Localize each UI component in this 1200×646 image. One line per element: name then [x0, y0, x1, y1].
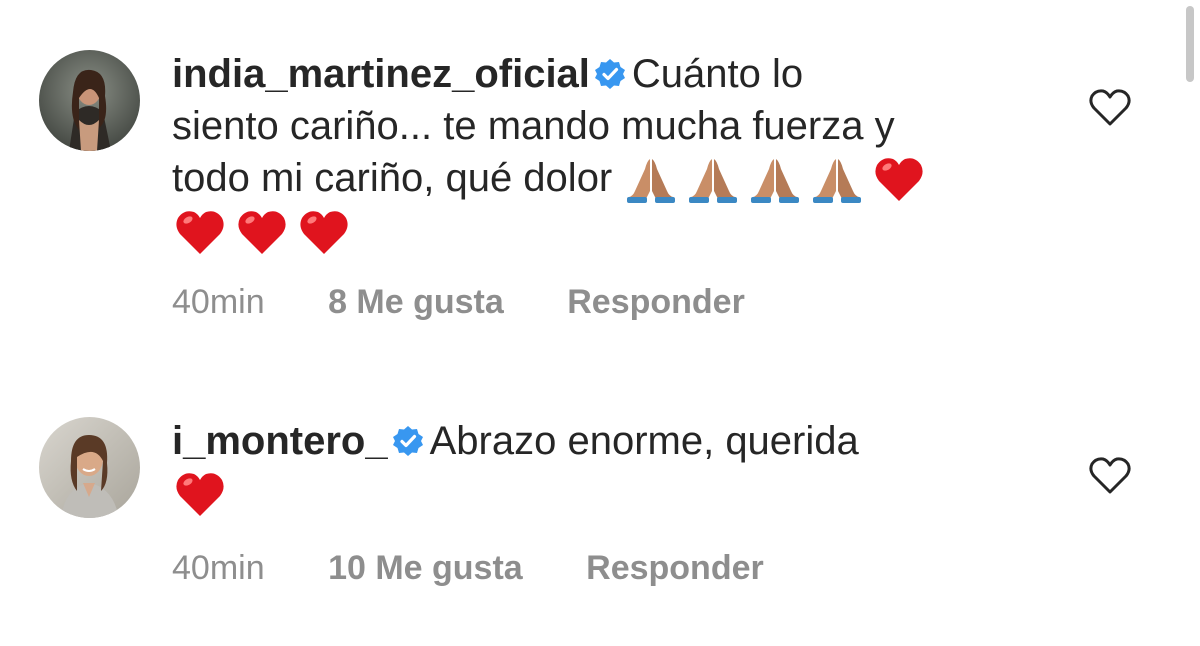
avatar-image	[39, 417, 140, 518]
avatar[interactable]	[39, 50, 140, 151]
folded-hands-icon	[623, 153, 679, 205]
timestamp: 40min	[172, 549, 265, 587]
comments-screen: india_martinez_oficial Cuánto lo siento c…	[0, 0, 1200, 646]
reply-button[interactable]: Responder	[567, 283, 745, 321]
comment-meta: 40min 10 Me gusta Responder	[172, 549, 764, 588]
red-heart-icon	[871, 153, 927, 205]
timestamp: 40min	[172, 283, 265, 321]
likes-count-button[interactable]: 10 Me gusta	[328, 549, 523, 587]
like-heart-icon[interactable]	[1088, 88, 1132, 128]
red-heart-icon	[296, 206, 352, 258]
avatar[interactable]	[39, 417, 140, 518]
comment-text: todo mi cariño, qué dolor	[172, 156, 613, 200]
comment-text: siento cariño... te mando mucha fuerza y	[172, 104, 895, 148]
verified-badge-icon	[392, 425, 424, 457]
red-heart-icon	[234, 206, 290, 258]
red-heart-icon	[172, 206, 228, 258]
comment-body: india_martinez_oficial Cuánto lo siento c…	[172, 48, 1052, 258]
comment-body: i_montero_ Abrazo enorme, querida	[172, 415, 1052, 520]
like-heart-icon[interactable]	[1088, 456, 1132, 496]
folded-hands-icon	[809, 153, 865, 205]
username[interactable]: india_martinez_oficial	[172, 52, 590, 96]
username[interactable]: i_montero_	[172, 419, 388, 463]
reply-button[interactable]: Responder	[586, 549, 764, 587]
red-heart-icon	[172, 468, 228, 520]
likes-count-button[interactable]: 8 Me gusta	[328, 283, 504, 321]
scrollbar[interactable]	[1186, 6, 1194, 82]
verified-badge-icon	[594, 58, 626, 90]
folded-hands-icon	[685, 153, 741, 205]
comment-text: Cuánto lo	[631, 52, 804, 96]
comment-meta: 40min 8 Me gusta Responder	[172, 283, 745, 322]
comment-text: Abrazo enorme, querida	[429, 419, 859, 463]
folded-hands-icon	[747, 153, 803, 205]
avatar-image	[39, 50, 140, 151]
